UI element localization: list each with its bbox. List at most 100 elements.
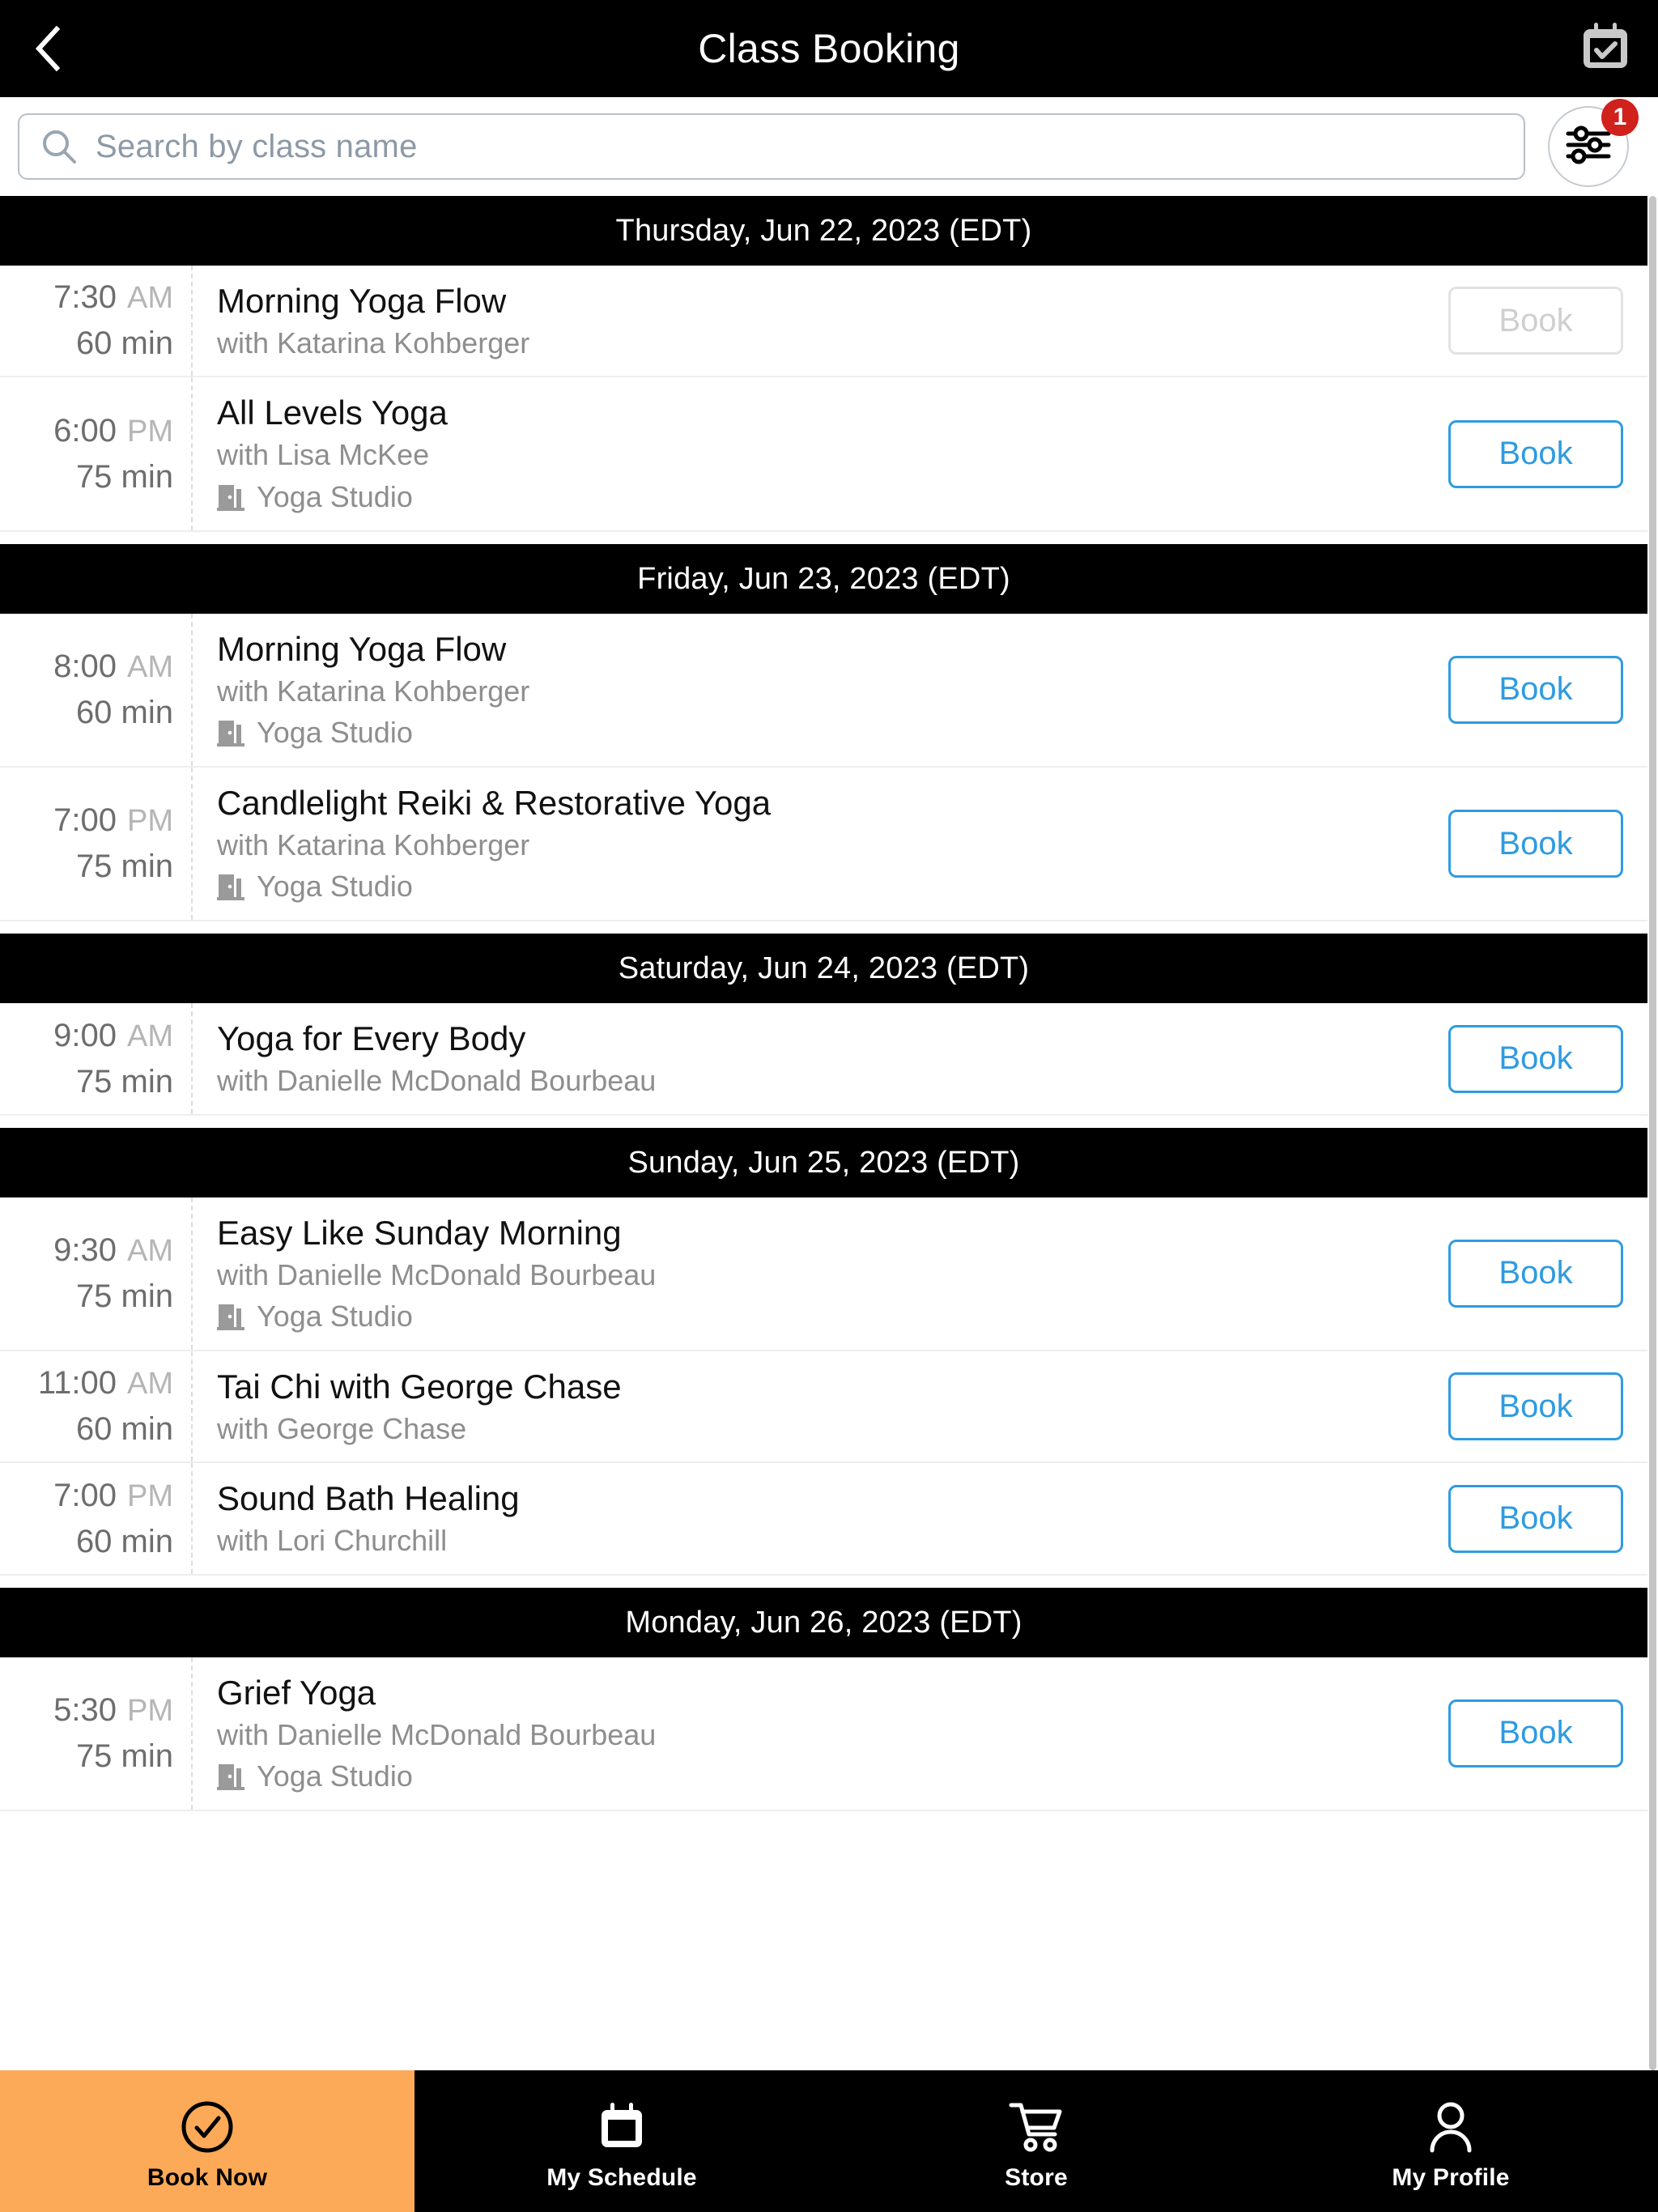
room-door-icon	[217, 482, 246, 513]
app-header: Class Booking	[0, 0, 1658, 97]
class-time-meridiem: AM	[127, 1367, 173, 1402]
class-time-value: 11:00	[37, 1365, 117, 1402]
class-name: Tai Chi with George Chase	[217, 1368, 622, 1406]
class-time-meridiem: AM	[127, 1019, 173, 1053]
class-row[interactable]: 7:00 PM 75 min Candlelight Reiki & Restorat…	[0, 768, 1647, 922]
nav-item-store[interactable]: Store	[829, 2070, 1244, 2212]
class-instructor: with Katarina Kohberger	[217, 828, 530, 862]
class-duration: 75 min	[75, 1278, 173, 1314]
class-action-column: Book	[1437, 377, 1647, 530]
class-duration: 75 min	[75, 458, 173, 495]
class-row[interactable]: 11:00 AM 60 min Tai Chi with George Chase wi…	[0, 1351, 1647, 1464]
class-time-column: 7:00 PM 75 min	[0, 768, 193, 921]
day-section-gap	[0, 921, 1647, 934]
class-info-column: Sound Bath Healing with Lori Churchill	[193, 1463, 1437, 1573]
class-name: Sound Bath Healing	[217, 1479, 520, 1518]
class-info-column: Morning Yoga Flow with Katarina Kohberger…	[193, 614, 1437, 766]
class-row[interactable]: 5:30 PM 75 min Grief Yoga with Danielle McDo…	[0, 1657, 1647, 1812]
class-time-meridiem: PM	[127, 1693, 173, 1728]
class-row[interactable]: 9:00 AM 75 min Yoga for Every Body with Dani…	[0, 1003, 1647, 1116]
book-button[interactable]: Book	[1448, 655, 1623, 724]
class-action-column: Book	[1437, 1197, 1647, 1350]
class-row[interactable]: 9:30 AM 75 min Easy Like Sunday Morning with…	[0, 1197, 1647, 1352]
class-name: Yoga for Every Body	[217, 1019, 526, 1058]
class-name: Morning Yoga Flow	[217, 282, 507, 320]
class-time-value: 7:00	[53, 1477, 117, 1513]
book-button[interactable]: Book	[1448, 1239, 1623, 1308]
search-input[interactable]: Search by class name	[18, 113, 1525, 180]
class-time-column: 7:00 PM 60 min	[0, 1463, 193, 1574]
filter-button-wrapper: 1	[1548, 99, 1639, 187]
class-location: Yoga Studio	[217, 716, 1421, 750]
class-info-column: Tai Chi with George Chase with George Cha…	[193, 1351, 1437, 1461]
day-section-gap	[0, 1115, 1647, 1128]
nav-item-label: Book Now	[147, 2163, 268, 2191]
book-button[interactable]: Book	[1448, 1024, 1623, 1093]
calendar-icon	[597, 2098, 647, 2156]
nav-item-my-profile[interactable]: My Profile	[1244, 2070, 1658, 2212]
class-list[interactable]: Thursday, Jun 22, 2023 (EDT) 7:30 AM 60 min…	[0, 196, 1658, 2070]
class-time-value: 7:00	[53, 802, 117, 839]
class-row[interactable]: 7:00 PM 60 min Sound Bath Healing with Lori …	[0, 1463, 1647, 1576]
room-door-icon	[217, 1301, 246, 1332]
nav-item-label: My Profile	[1392, 2163, 1510, 2191]
class-location: Yoga Studio	[217, 480, 1421, 514]
class-instructor: with Katarina Kohberger	[217, 326, 530, 360]
class-location-label: Yoga Studio	[257, 716, 413, 750]
class-time-column: 9:30 AM 75 min	[0, 1197, 193, 1351]
book-button[interactable]: Book	[1448, 1699, 1623, 1767]
class-name: All Levels Yoga	[217, 393, 448, 432]
nav-item-book-now[interactable]: Book Now	[0, 2070, 414, 2212]
book-button[interactable]: Book	[1448, 1372, 1623, 1441]
class-time: 7:00 PM	[53, 802, 173, 839]
scrollbar-track[interactable]	[1647, 196, 1658, 2070]
class-row[interactable]: 8:00 AM 60 min Morning Yoga Flow with Katari…	[0, 613, 1647, 768]
room-door-icon	[217, 717, 246, 748]
day-header: Thursday, Jun 22, 2023 (EDT)	[0, 196, 1647, 266]
class-time-column: 9:00 AM 75 min	[0, 1003, 193, 1114]
class-instructor: with Katarina Kohberger	[217, 674, 530, 708]
class-row[interactable]: 7:30 AM 60 min Morning Yoga Flow with Katari…	[0, 266, 1647, 378]
scrollbar-thumb[interactable]	[1649, 196, 1656, 2070]
class-time-meridiem: AM	[127, 1233, 173, 1268]
class-name: Morning Yoga Flow	[217, 629, 507, 668]
back-button[interactable]	[11, 12, 84, 85]
class-action-column: Book	[1437, 1463, 1647, 1573]
nav-item-label: My Schedule	[546, 2163, 697, 2191]
class-time: 6:00 PM	[53, 413, 173, 449]
search-placeholder-text: Search by class name	[96, 128, 418, 164]
class-time: 9:30 AM	[53, 1232, 173, 1269]
class-time-column: 7:30 AM 60 min	[0, 266, 193, 376]
class-time-value: 8:00	[53, 648, 117, 684]
book-button-disabled: Book	[1448, 287, 1623, 355]
class-instructor: with George Chase	[217, 1412, 467, 1446]
book-button[interactable]: Book	[1448, 419, 1623, 488]
class-location: Yoga Studio	[217, 1759, 1421, 1793]
class-location: Yoga Studio	[217, 1300, 1421, 1334]
class-location: Yoga Studio	[217, 870, 1421, 904]
book-button[interactable]: Book	[1448, 810, 1623, 878]
class-info-column: Candlelight Reiki & Restorative Yoga with…	[193, 768, 1437, 920]
class-instructor: with Lisa McKee	[217, 438, 430, 472]
class-name: Candlelight Reiki & Restorative Yoga	[217, 784, 772, 823]
day-header: Friday, Jun 23, 2023 (EDT)	[0, 543, 1647, 614]
book-button[interactable]: Book	[1448, 1484, 1623, 1553]
chevron-left-icon	[34, 25, 62, 72]
class-time: 8:00 AM	[53, 649, 173, 685]
class-instructor: with Danielle McDonald Bourbeau	[217, 1257, 657, 1291]
class-time: 5:30 PM	[53, 1692, 173, 1729]
day-header: Monday, Jun 26, 2023 (EDT)	[0, 1587, 1647, 1657]
nav-item-my-schedule[interactable]: My Schedule	[414, 2070, 829, 2212]
my-schedule-shortcut-button[interactable]	[1569, 12, 1642, 85]
class-time-column: 8:00 AM 60 min	[0, 613, 193, 767]
class-booking-screen: Class Booking Search by class name 1 Thu…	[0, 0, 1658, 2212]
class-time-value: 6:00	[53, 412, 117, 449]
class-action-column: Book	[1437, 1351, 1647, 1461]
class-info-column: Yoga for Every Body with Danielle McDonal…	[193, 1003, 1437, 1113]
class-row[interactable]: 6:00 PM 75 min All Levels Yoga with Lisa McK…	[0, 377, 1647, 532]
class-time-meridiem: PM	[127, 1478, 173, 1513]
class-location-label: Yoga Studio	[257, 870, 413, 904]
class-duration: 75 min	[75, 849, 173, 885]
class-info-column: Grief Yoga with Danielle McDonald Bourbea…	[193, 1657, 1437, 1810]
class-location-label: Yoga Studio	[257, 1759, 413, 1793]
